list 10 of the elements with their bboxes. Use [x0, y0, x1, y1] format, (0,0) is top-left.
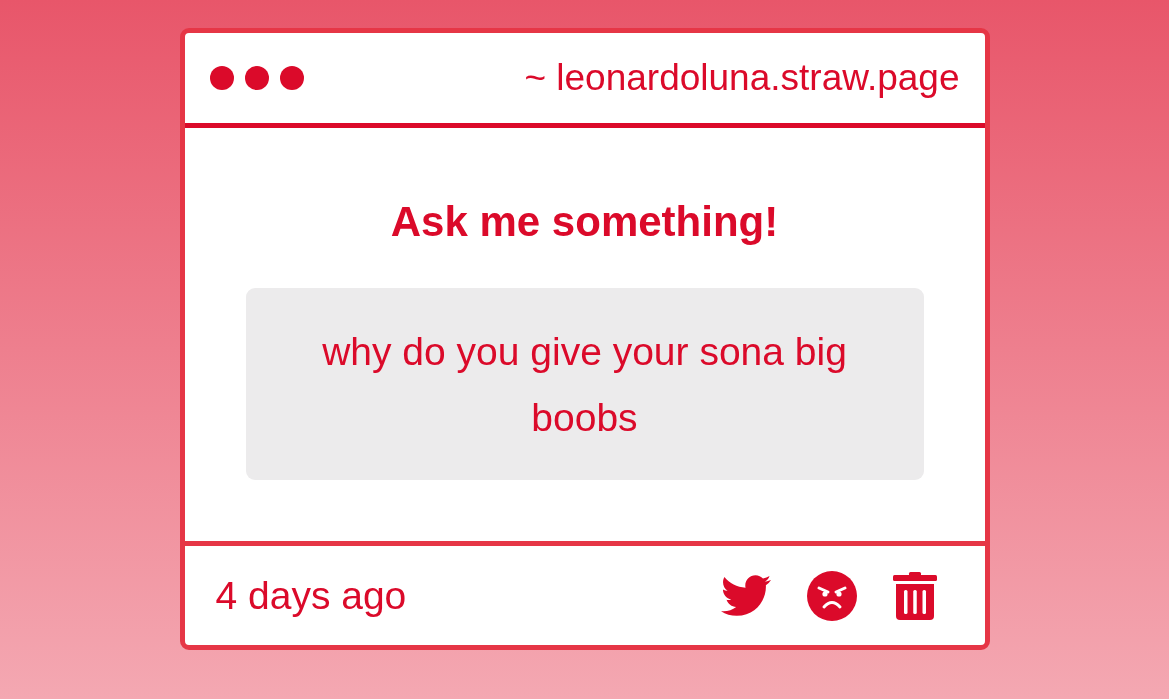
window-dot-icon: [244, 66, 269, 90]
window-dot-icon: [279, 66, 304, 90]
question-text: why do you give your sona big boobs: [322, 330, 847, 439]
time-ago: 4 days ago: [215, 572, 407, 619]
angry-face-icon[interactable]: [806, 570, 857, 621]
trash-icon[interactable]: [892, 571, 937, 620]
window-dot-icon: [209, 66, 234, 90]
site-address: ~ leonardoluna.straw.page: [524, 56, 960, 100]
bird-icon[interactable]: [720, 575, 771, 616]
prompt-title: Ask me something!: [390, 197, 779, 247]
